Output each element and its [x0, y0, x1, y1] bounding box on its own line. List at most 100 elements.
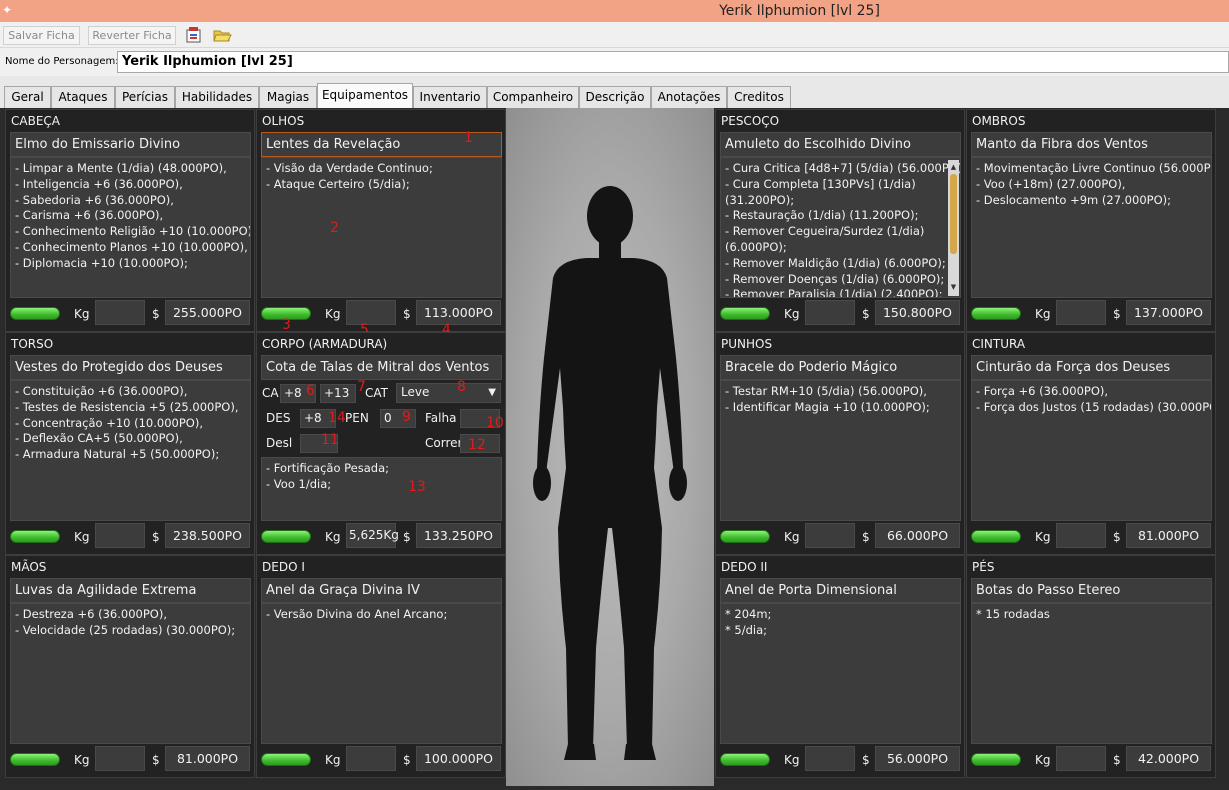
item-name-field[interactable]: Luvas da Agilidade Extrema — [10, 578, 251, 603]
tab-inventario[interactable]: Inventario — [413, 86, 487, 108]
weight-field[interactable] — [805, 300, 855, 325]
price-field[interactable]: 133.250PO — [416, 523, 501, 548]
desc-line: - Remover Doenças (1/dia) (6.000PO); — [725, 271, 945, 286]
currency-label: $ — [1113, 753, 1121, 767]
item-name-field[interactable]: Elmo do Emissario Divino — [10, 132, 251, 157]
slot-label: CORPO (ARMADURA) — [262, 337, 388, 351]
weight-label: Kg — [1035, 307, 1051, 321]
description-scrollbar[interactable]: ▲ ▼ — [948, 160, 959, 296]
status-pill-button[interactable] — [971, 753, 1021, 766]
scroll-down-icon[interactable]: ▼ — [948, 280, 959, 296]
price-field[interactable]: 56.000PO — [875, 746, 960, 771]
window-title: Yerik Ilphumion [lvl 25] — [719, 3, 880, 19]
item-description-field[interactable]: - Destreza +6 (36.000PO), - Velocidade (… — [10, 603, 251, 744]
weight-field[interactable] — [1056, 300, 1106, 325]
item-name-field[interactable]: Anel de Porta Dimensional — [720, 578, 961, 603]
folder-open-icon[interactable] — [212, 25, 232, 45]
weight-label: Kg — [784, 753, 800, 767]
desc-line: - Movimentação Livre Continuo (56.000PO)… — [976, 161, 1212, 175]
price-field[interactable]: 137.000PO — [1126, 300, 1211, 325]
price-field[interactable]: 81.000PO — [1126, 523, 1211, 548]
status-pill-button[interactable] — [10, 307, 60, 320]
desc-line: - Força dos Justos (15 rodadas) (30.000P… — [976, 399, 1212, 414]
tab-ataques[interactable]: Ataques — [51, 86, 115, 108]
item-description-field[interactable]: - Testar RM+10 (5/dia) (56.000PO), - Ide… — [720, 380, 961, 521]
item-name-field[interactable]: Botas do Passo Etereo — [971, 578, 1212, 603]
desc-line: - Visão da Verdade Continuo; — [266, 161, 433, 175]
tab-magias[interactable]: Magias — [259, 86, 317, 108]
item-description-field[interactable]: - Versão Divina do Anel Arcano; — [261, 603, 502, 744]
status-pill-button[interactable] — [261, 530, 311, 543]
price-field[interactable]: 81.000PO — [165, 746, 250, 771]
tab-companheiro[interactable]: Companheiro — [487, 86, 579, 108]
status-pill-button[interactable] — [971, 530, 1021, 543]
item-description-field[interactable]: - Fortificação Pesada; - Voo 1/dia; — [261, 457, 502, 521]
tab-geral[interactable]: Geral — [4, 86, 51, 108]
currency-label: $ — [403, 753, 411, 767]
weight-field[interactable] — [346, 746, 396, 771]
tab-pericias[interactable]: Perícias — [115, 86, 175, 108]
item-description-field[interactable]: - Cura Critica [4d8+7] (5/dia) (56.000PO… — [720, 157, 961, 298]
item-description-field[interactable]: - Visão da Verdade Continuo; - Ataque Ce… — [261, 157, 502, 298]
ca-label: CA — [262, 386, 279, 400]
desc-line: - Carisma +6 (36.000PO), — [15, 208, 164, 223]
weight-field[interactable] — [805, 746, 855, 771]
tab-descricao[interactable]: Descrição — [579, 86, 651, 108]
item-description-field[interactable]: * 15 rodadas — [971, 603, 1212, 744]
status-pill-button[interactable] — [10, 530, 60, 543]
item-name-field[interactable]: Cota de Talas de Mitral dos Ventos — [261, 355, 502, 380]
scroll-thumb[interactable] — [950, 174, 957, 254]
weight-field[interactable] — [1056, 746, 1106, 771]
status-pill-button[interactable] — [971, 307, 1021, 320]
weight-field[interactable] — [95, 523, 145, 548]
item-description-field[interactable]: * 204m; * 5/dia; — [720, 603, 961, 744]
marker: 6 — [306, 383, 315, 399]
item-name-field[interactable]: Anel da Graça Divina IV — [261, 578, 502, 603]
price-field[interactable]: 42.000PO — [1126, 746, 1211, 771]
price-field[interactable]: 255.000PO — [165, 300, 250, 325]
weight-label: Kg — [74, 530, 90, 544]
slot-label: CINTURA — [972, 337, 1026, 351]
desc-line: - Testar RM+10 (5/dia) (56.000PO), — [725, 384, 927, 398]
weight-label: Kg — [325, 530, 341, 544]
desc-line: - Cura Critica [4d8+7] (5/dia) (56.000PO… — [725, 161, 961, 175]
weight-field[interactable] — [346, 300, 396, 325]
status-pill-button[interactable] — [720, 530, 770, 543]
tab-equipamentos[interactable]: Equipamentos — [317, 83, 413, 108]
slot-label: DEDO II — [721, 560, 768, 574]
tab-creditos[interactable]: Creditos — [727, 86, 791, 108]
item-name-field[interactable]: Manto da Fibra dos Ventos — [971, 132, 1212, 157]
desc-line: - Conhecimento Planos +10 (10.000PO), — [15, 239, 248, 254]
status-pill-button[interactable] — [10, 753, 60, 766]
item-description-field[interactable]: - Movimentação Livre Continuo (56.000PO)… — [971, 157, 1212, 298]
status-pill-button[interactable] — [261, 753, 311, 766]
export-icon[interactable] — [184, 25, 204, 45]
price-field[interactable]: 238.500PO — [165, 523, 250, 548]
item-description-field[interactable]: - Limpar a Mente (1/dia) (48.000PO), - I… — [10, 157, 251, 298]
price-field[interactable]: 113.000PO — [416, 300, 501, 325]
tab-habilidades[interactable]: Habilidades — [175, 86, 259, 108]
item-name-field[interactable]: Amuleto do Escolhido Divino — [720, 132, 961, 157]
revert-button[interactable]: Reverter Ficha — [88, 26, 176, 45]
price-field[interactable]: 150.800PO — [875, 300, 960, 325]
status-pill-button[interactable] — [720, 307, 770, 320]
weight-field[interactable] — [1056, 523, 1106, 548]
weight-field[interactable] — [95, 300, 145, 325]
item-name-field[interactable]: Cinturão da Força dos Deuses — [971, 355, 1212, 380]
character-name-input[interactable]: Yerik Ilphumion [lvl 25] — [117, 51, 1229, 73]
category-select[interactable]: Leve ▼ — [396, 383, 501, 403]
ca-total-field[interactable]: +13 — [320, 384, 356, 403]
price-field[interactable]: 66.000PO — [875, 523, 960, 548]
save-button[interactable]: Salvar Ficha — [3, 26, 80, 45]
item-description-field[interactable]: - Força +6 (36.000PO), - Força dos Justo… — [971, 380, 1212, 521]
price-field[interactable]: 100.000PO — [416, 746, 501, 771]
weight-field[interactable]: 5,625Kg — [346, 523, 399, 548]
weight-field[interactable] — [95, 746, 145, 771]
status-pill-button[interactable] — [720, 753, 770, 766]
item-description-field[interactable]: - Constituição +6 (36.000PO), - Testes d… — [10, 380, 251, 521]
slot-label: TORSO — [11, 337, 54, 351]
item-name-field[interactable]: Bracele do Poderio Mágico — [720, 355, 961, 380]
item-name-field[interactable]: Vestes do Protegido dos Deuses — [10, 355, 251, 380]
weight-field[interactable] — [805, 523, 855, 548]
tab-anotacoes[interactable]: Anotações — [651, 86, 727, 108]
